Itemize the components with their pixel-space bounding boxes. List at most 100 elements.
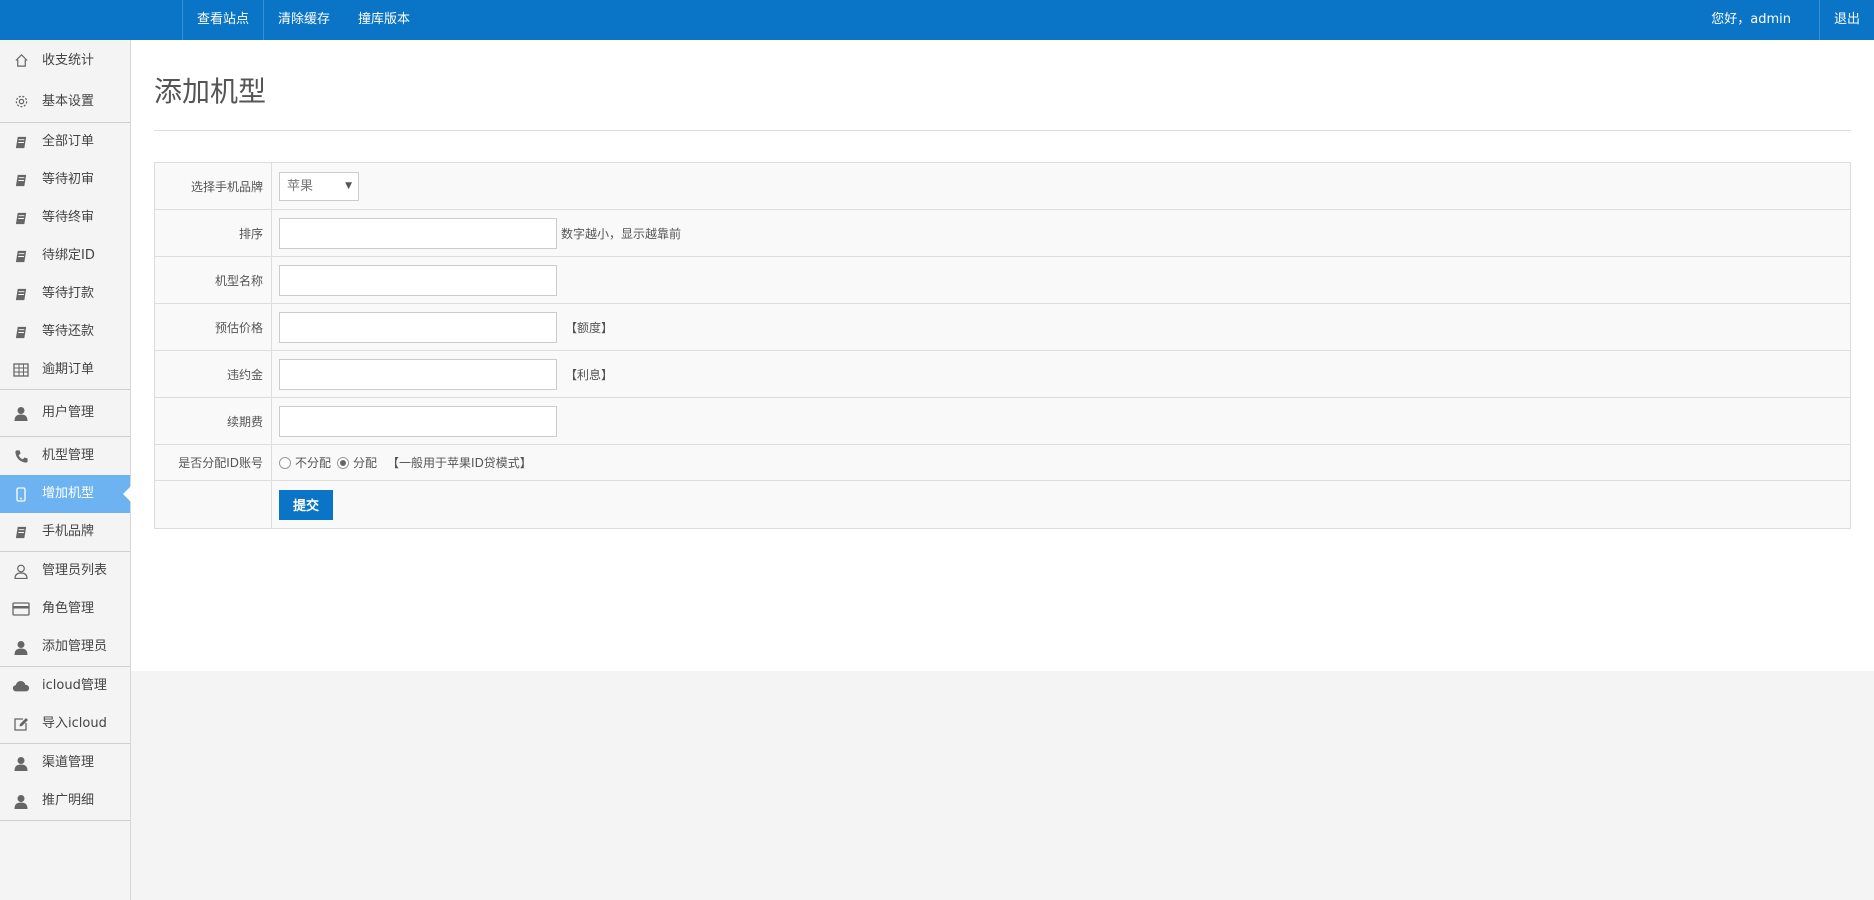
submit-button[interactable]: 提交 bbox=[279, 489, 333, 520]
sidebar-item-pending-bind-id[interactable]: 待绑定ID bbox=[0, 237, 130, 275]
logout-link[interactable]: 退出 bbox=[1818, 0, 1874, 40]
price-hint: 【额度】 bbox=[565, 320, 614, 335]
top-navbar: 查看站点 清除缓存 撞库版本 您好，admin 退出 bbox=[0, 0, 1874, 40]
sidebar-item-phone-brands[interactable]: 手机品牌 bbox=[0, 513, 130, 551]
user-area: 您好，admin 退出 bbox=[1711, 0, 1874, 40]
sort-field-cell: 数字越小，显示越靠前 bbox=[272, 210, 1850, 256]
edit-icon bbox=[12, 705, 30, 743]
sidebar-item-label: 推广明细 bbox=[42, 793, 95, 808]
brand-select-value: 苹果 bbox=[287, 178, 314, 194]
penalty-label: 违约金 bbox=[155, 351, 272, 397]
form-row-renewal-fee: 续期费 bbox=[155, 398, 1850, 445]
assign-id-field-cell: 不分配 分配 【一般用于苹果ID贷模式】 bbox=[272, 445, 1850, 480]
sidebar-group-admins: 管理员列表 角色管理 添加管理员 bbox=[0, 552, 130, 667]
renewal-fee-input[interactable] bbox=[279, 405, 557, 437]
main-content: 添加机型 选择手机品牌 苹果 ▼ 排序 数字越小，显示越靠前 机型名称 预估价格… bbox=[131, 40, 1874, 671]
form-row-sort: 排序 数字越小，显示越靠前 bbox=[155, 210, 1850, 257]
sort-hint: 数字越小，显示越靠前 bbox=[561, 226, 682, 241]
brand-label: 选择手机品牌 bbox=[155, 163, 272, 209]
price-input[interactable] bbox=[279, 311, 557, 343]
sidebar-item-overdue-orders[interactable]: 逾期订单 bbox=[0, 351, 130, 389]
model-name-field-cell bbox=[272, 257, 1850, 303]
brand-select[interactable]: 苹果 ▼ bbox=[279, 171, 359, 201]
renewal-fee-label: 续期费 bbox=[155, 398, 272, 444]
sidebar-group-icloud: icloud管理 导入icloud bbox=[0, 667, 130, 744]
mobile-icon bbox=[12, 475, 30, 513]
sidebar: 收支统计 基本设置 全部订单 等待初审 等待终审 待绑定ID 等待打款 等待还款… bbox=[0, 40, 131, 900]
sidebar-item-label: 手机品牌 bbox=[42, 524, 95, 539]
sidebar-item-model-management[interactable]: 机型管理 bbox=[0, 437, 130, 475]
sidebar-item-channel-management[interactable]: 渠道管理 bbox=[0, 744, 130, 782]
sidebar-item-pending-first-review[interactable]: 等待初审 bbox=[0, 161, 130, 199]
book-icon bbox=[12, 513, 30, 551]
sidebar-item-label: 收支统计 bbox=[42, 53, 95, 68]
sidebar-item-promotion-details[interactable]: 推广明细 bbox=[0, 782, 130, 820]
assign-no-radio[interactable] bbox=[279, 456, 291, 469]
assign-no-label[interactable]: 不分配 bbox=[295, 454, 331, 471]
brand-field-cell: 苹果 ▼ bbox=[272, 163, 1850, 209]
sidebar-item-finance-stats[interactable]: 收支统计 bbox=[0, 40, 130, 81]
sidebar-item-add-model[interactable]: 增加机型 bbox=[0, 475, 131, 513]
sidebar-item-pending-final-review[interactable]: 等待终审 bbox=[0, 199, 130, 237]
add-model-form: 选择手机品牌 苹果 ▼ 排序 数字越小，显示越靠前 机型名称 预估价格 【额度】… bbox=[154, 162, 1851, 529]
form-row-brand: 选择手机品牌 苹果 ▼ bbox=[155, 163, 1850, 210]
penalty-hint: 【利息】 bbox=[565, 367, 614, 382]
sidebar-item-label: 等待打款 bbox=[42, 286, 95, 301]
assign-yes-label[interactable]: 分配 bbox=[353, 454, 377, 471]
user-icon bbox=[12, 744, 30, 782]
version-link[interactable]: 撞库版本 bbox=[344, 0, 424, 40]
book-icon bbox=[12, 237, 30, 275]
sidebar-item-icloud-management[interactable]: icloud管理 bbox=[0, 667, 130, 705]
user-icon bbox=[12, 782, 30, 820]
assign-yes-radio[interactable] bbox=[337, 456, 350, 469]
book-icon bbox=[12, 123, 30, 161]
form-row-submit: 提交 bbox=[155, 481, 1850, 528]
sidebar-item-label: 添加管理员 bbox=[42, 639, 108, 654]
submit-label-cell bbox=[155, 481, 272, 528]
sidebar-item-label: 基本设置 bbox=[42, 94, 95, 109]
assign-hint: 【一般用于苹果ID贷模式】 bbox=[387, 456, 532, 470]
sidebar-item-role-management[interactable]: 角色管理 bbox=[0, 590, 130, 628]
sidebar-item-label: 管理员列表 bbox=[42, 563, 108, 578]
book-icon bbox=[12, 275, 30, 313]
sidebar-item-add-admin[interactable]: 添加管理员 bbox=[0, 628, 130, 666]
title-divider bbox=[154, 130, 1851, 131]
sidebar-item-label: 待绑定ID bbox=[42, 248, 95, 263]
sidebar-item-pending-payout[interactable]: 等待打款 bbox=[0, 275, 130, 313]
sidebar-item-label: 等待终审 bbox=[42, 210, 95, 225]
sidebar-item-pending-repayment[interactable]: 等待还款 bbox=[0, 313, 130, 351]
sidebar-item-import-icloud[interactable]: 导入icloud bbox=[0, 705, 130, 743]
price-label: 预估价格 bbox=[155, 304, 272, 350]
renewal-fee-field-cell bbox=[272, 398, 1850, 444]
user-outline-icon bbox=[12, 552, 30, 590]
sidebar-item-label: 渠道管理 bbox=[42, 755, 95, 770]
form-row-penalty: 违约金 【利息】 bbox=[155, 351, 1850, 398]
sort-input[interactable] bbox=[279, 217, 557, 249]
sidebar-group-users: 用户管理 bbox=[0, 390, 130, 437]
form-row-price: 预估价格 【额度】 bbox=[155, 304, 1850, 351]
sidebar-item-basic-settings[interactable]: 基本设置 bbox=[0, 81, 130, 122]
assign-id-label: 是否分配ID账号 bbox=[155, 445, 272, 480]
user-greeting: 您好，admin bbox=[1711, 12, 1791, 27]
sidebar-item-user-management[interactable]: 用户管理 bbox=[0, 390, 130, 436]
sidebar-item-label: 导入icloud bbox=[42, 716, 107, 731]
book-icon bbox=[12, 199, 30, 237]
caret-down-icon: ▼ bbox=[345, 180, 352, 191]
cloud-icon bbox=[12, 667, 30, 705]
price-field-cell: 【额度】 bbox=[272, 304, 1850, 350]
sidebar-item-label: 等待还款 bbox=[42, 324, 95, 339]
model-name-input[interactable] bbox=[279, 264, 557, 296]
sidebar-item-label: 用户管理 bbox=[42, 405, 95, 420]
clear-cache-link[interactable]: 清除缓存 bbox=[263, 0, 344, 40]
penalty-field-cell: 【利息】 bbox=[272, 351, 1850, 397]
sidebar-item-admin-list[interactable]: 管理员列表 bbox=[0, 552, 130, 590]
sidebar-item-all-orders[interactable]: 全部订单 bbox=[0, 123, 130, 161]
view-site-link[interactable]: 查看站点 bbox=[182, 0, 263, 40]
sidebar-item-label: 逾期订单 bbox=[42, 362, 95, 377]
sidebar-group-channels: 渠道管理 推广明细 bbox=[0, 744, 130, 821]
sidebar-item-label: 全部订单 bbox=[42, 134, 95, 149]
penalty-input[interactable] bbox=[279, 358, 557, 390]
form-row-model-name: 机型名称 bbox=[155, 257, 1850, 304]
sidebar-group-stats: 收支统计 基本设置 bbox=[0, 40, 130, 123]
user-icon bbox=[12, 390, 30, 436]
